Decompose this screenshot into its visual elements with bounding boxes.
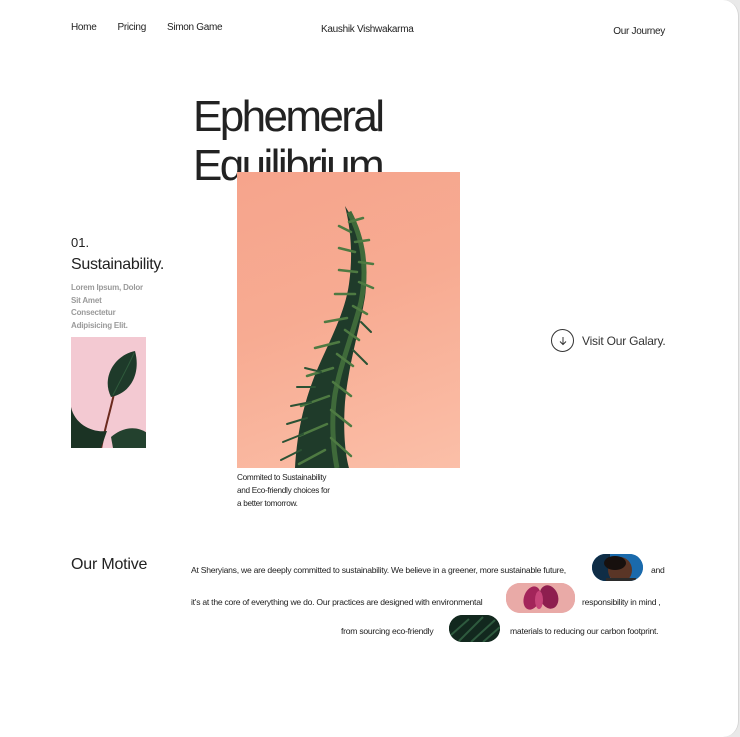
motive-line3: from sourcing eco-friendly [341, 626, 434, 636]
nav-home[interactable]: Home [71, 22, 97, 33]
nav-pricing[interactable]: Pricing [117, 22, 146, 33]
hero-caption-line2: and Eco-friendly choices for [237, 486, 330, 495]
hero-caption: Commited to Sustainability and Eco-frien… [237, 471, 347, 510]
lorem-line4: Adipisicing Elit. [71, 320, 128, 330]
section-heading: Sustainability. [71, 256, 165, 273]
hero-title-line1: Ephemeral [193, 92, 385, 141]
motive-line2-end: responsibility in mind , [582, 597, 661, 607]
section-description: Lorem Ipsum, Dolor Sit Amet Consectetur … [71, 282, 161, 332]
arrow-down-circle-icon [551, 329, 574, 352]
motive-line1: At Sheryians, we are deeply committed to… [191, 565, 566, 575]
leaf-image [71, 337, 146, 448]
hero-caption-line1: Commited to Sustainability [237, 473, 327, 482]
hero-plant-image [237, 172, 460, 468]
hero-caption-line3: a better tomorrow. [237, 499, 298, 508]
lorem-line3: Consectetur [71, 308, 116, 317]
green-leaves-pill-image [449, 615, 500, 642]
page: Home Pricing Simon Game Kaushik Vishwaka… [0, 0, 739, 737]
section-number: 01. [71, 235, 90, 250]
motive-line3-end: materials to reducing our carbon footpri… [510, 626, 659, 636]
portrait-pill-image [592, 554, 643, 581]
nav-our-journey[interactable]: Our Journey [613, 26, 665, 37]
pink-leaves-pill-image [506, 583, 575, 613]
lorem-line2: Sit Amet [71, 295, 102, 305]
visit-gallery-link[interactable]: Visit Our Galary. [551, 329, 666, 352]
brand-name[interactable]: Kaushik Vishwakarma [321, 24, 414, 35]
lorem-line1: Lorem Ipsum, Dolor [71, 283, 143, 292]
motive-title: Our Motive [71, 556, 148, 573]
motive-line2: it's at the core of everything we do. Ou… [191, 597, 483, 607]
visit-gallery-label: Visit Our Galary. [582, 333, 666, 348]
nav-simon-game[interactable]: Simon Game [167, 22, 223, 33]
nav-links: Home Pricing Simon Game [71, 22, 223, 33]
motive-line1-end: and [651, 565, 665, 575]
